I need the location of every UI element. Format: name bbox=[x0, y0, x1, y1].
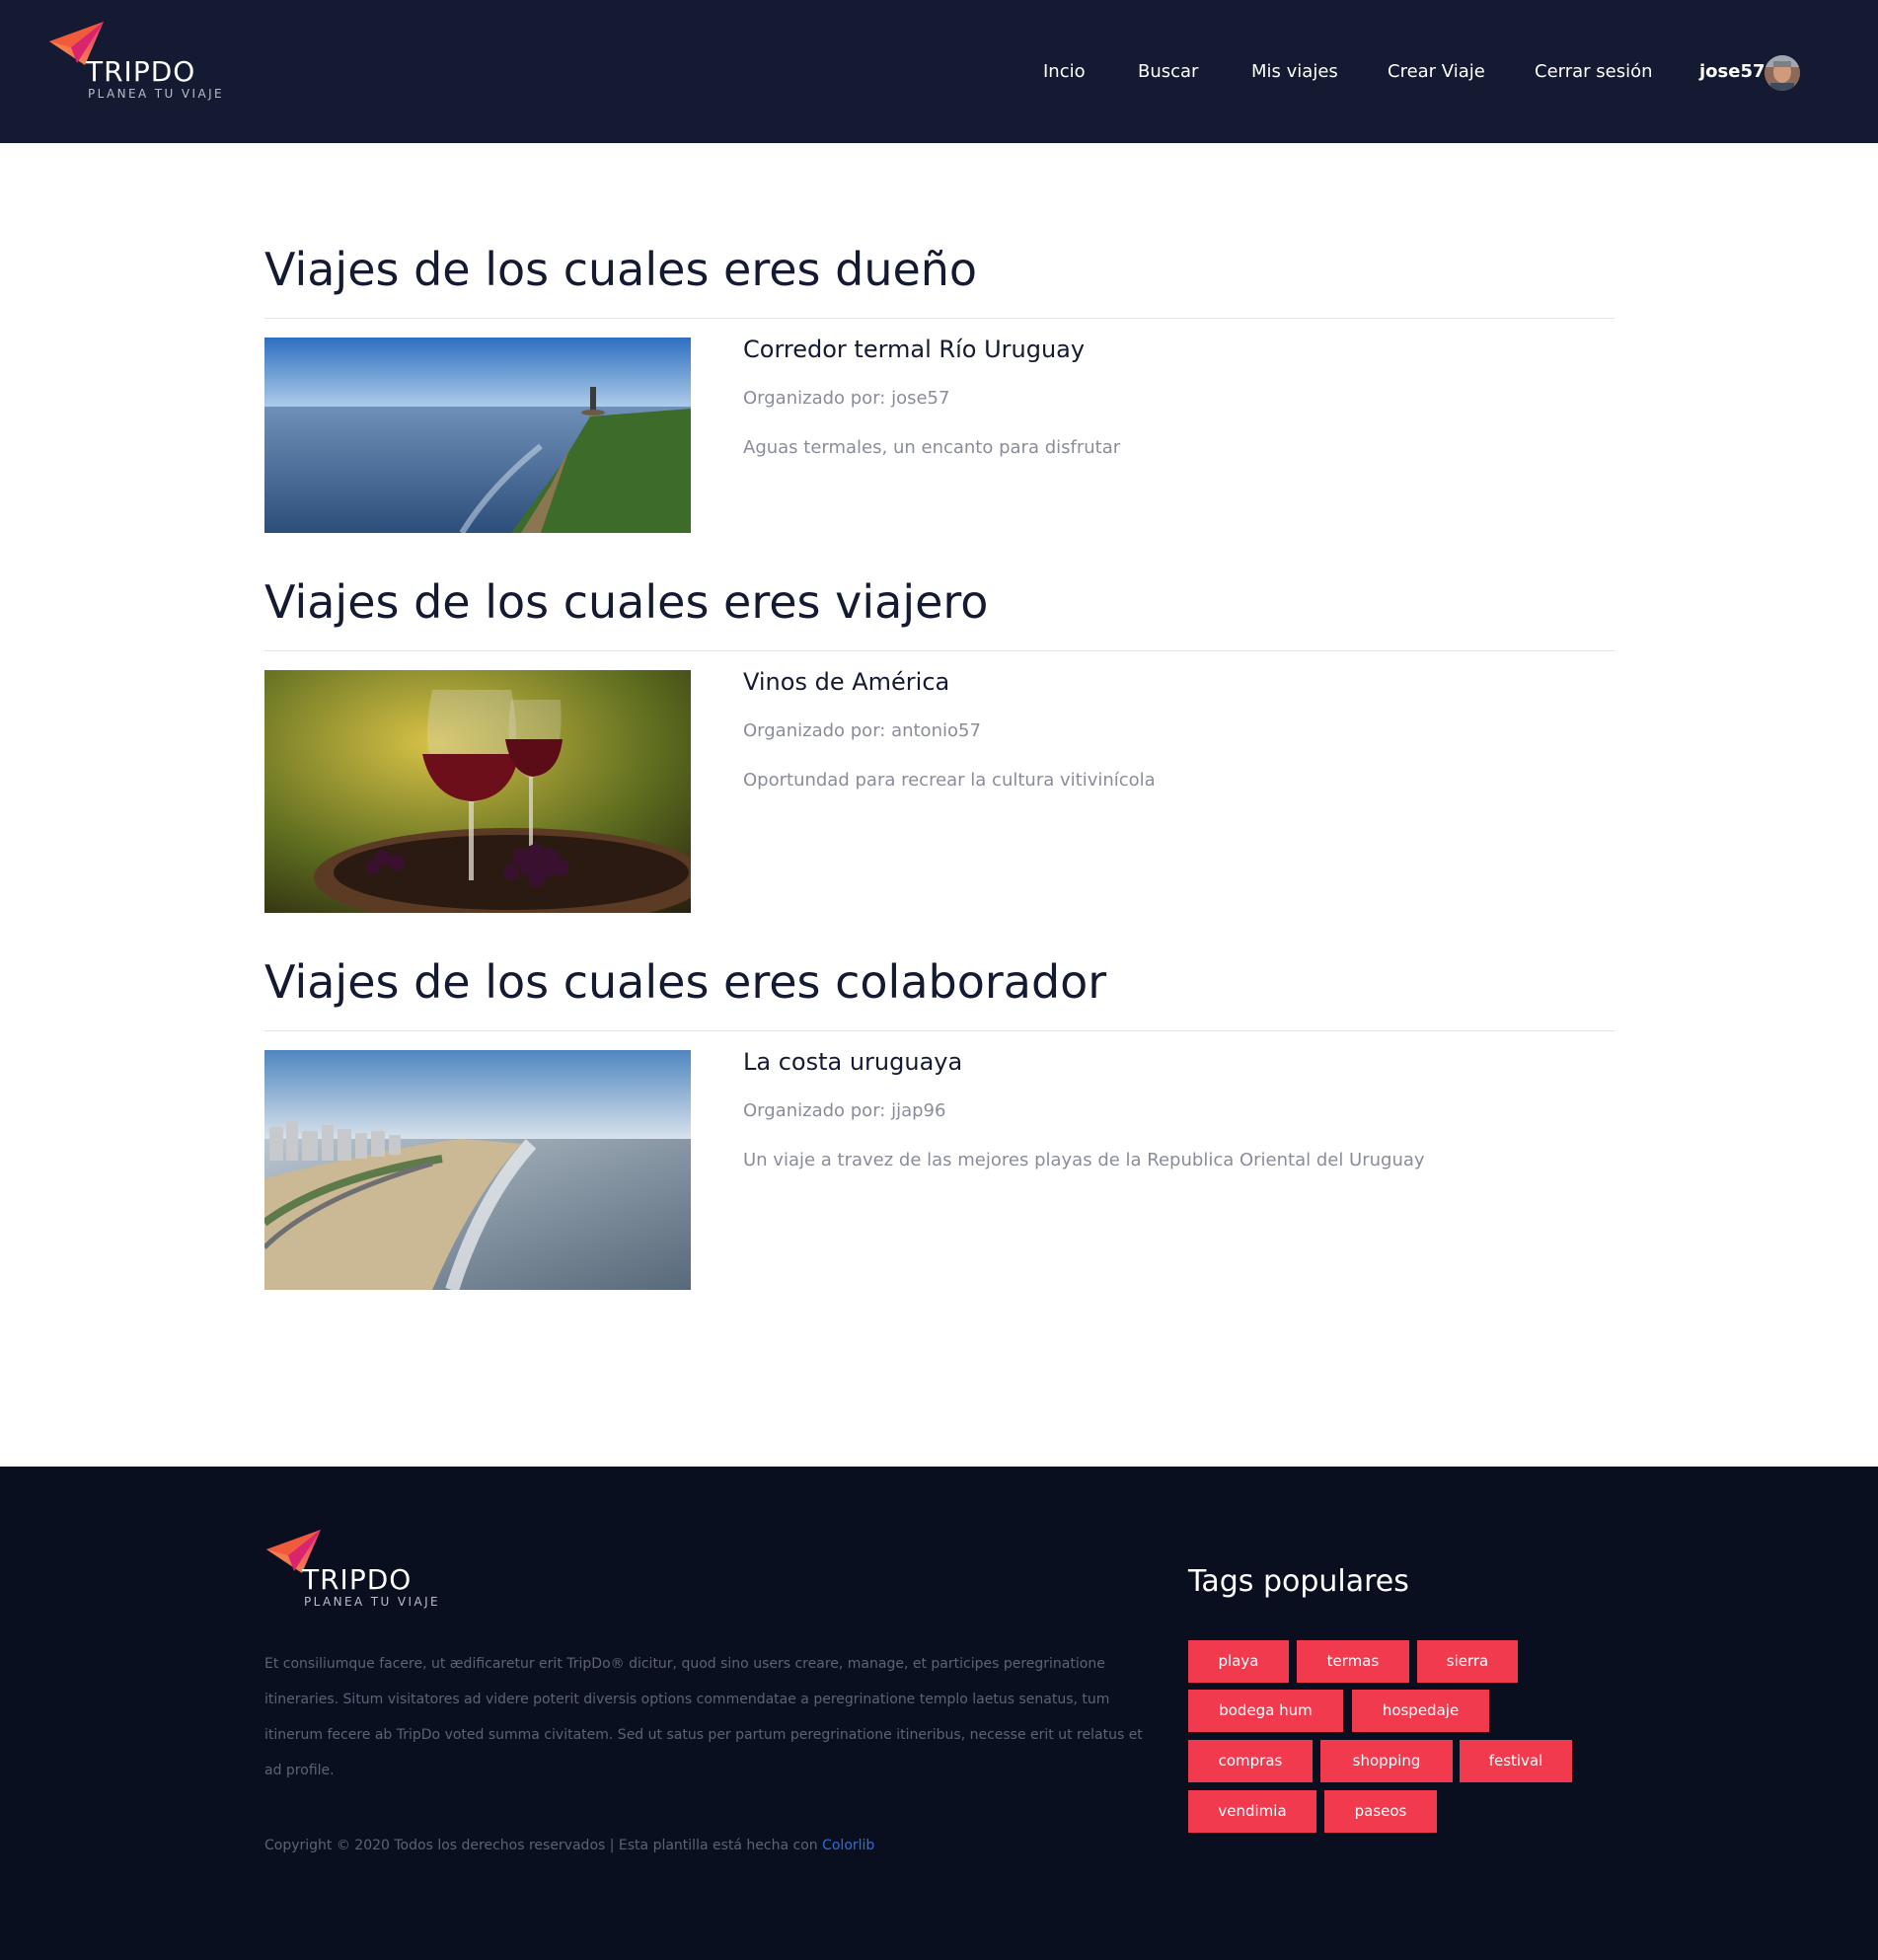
trip-description: Un viaje a travez de las mejores playas … bbox=[743, 1150, 1425, 1170]
brand-tagline: PLANEA TU VIAJE bbox=[304, 1595, 440, 1609]
trip-description: Oportundad para recrear la cultura vitiv… bbox=[743, 770, 1156, 791]
tag-festival[interactable]: festival bbox=[1460, 1740, 1572, 1782]
trip-image-vinos-america[interactable] bbox=[264, 670, 691, 913]
trip-organizer: Organizado por: antonio57 bbox=[743, 720, 981, 741]
trip-title[interactable]: La costa uruguaya bbox=[743, 1048, 962, 1076]
section-title-colaborador: Viajes de los cuales eres colaborador bbox=[264, 955, 1107, 1009]
footer-about-text: Et consiliumque facere, ut ædificaretur … bbox=[264, 1656, 1143, 1778]
tag-shopping[interactable]: shopping bbox=[1320, 1740, 1453, 1782]
tag-termas[interactable]: termas bbox=[1297, 1640, 1409, 1683]
tag-playa[interactable]: playa bbox=[1188, 1640, 1289, 1683]
avatar-image bbox=[1765, 55, 1800, 91]
footer-copyright: Copyright © 2020 Todos los derechos rese… bbox=[264, 1838, 874, 1853]
tag-paseos[interactable]: paseos bbox=[1324, 1790, 1437, 1833]
tag-hospedaje[interactable]: hospedaje bbox=[1352, 1690, 1489, 1732]
brand-name: TRIPDO bbox=[302, 1563, 413, 1596]
nav-inicio[interactable]: Incio bbox=[1043, 61, 1086, 82]
tag-sierra[interactable]: sierra bbox=[1417, 1640, 1518, 1683]
brand-tagline: PLANEA TU VIAJE bbox=[88, 87, 224, 101]
site-header: TRIPDO PLANEA TU VIAJE Incio Buscar Mis … bbox=[0, 0, 1878, 143]
site-logo[interactable]: TRIPDO PLANEA TU VIAJE bbox=[47, 20, 245, 109]
trip-description: Aguas termales, un encanto para disfruta… bbox=[743, 437, 1121, 458]
tag-compras[interactable]: compras bbox=[1188, 1740, 1313, 1782]
tags-title: Tags populares bbox=[1188, 1564, 1409, 1599]
user-name[interactable]: jose57 bbox=[1699, 61, 1765, 82]
tag-vendimia[interactable]: vendimia bbox=[1188, 1790, 1316, 1833]
trip-image-corredor-termal[interactable] bbox=[264, 338, 691, 533]
trip-title[interactable]: Vinos de América bbox=[743, 668, 949, 696]
tag-bodega-hum[interactable]: bodega hum bbox=[1188, 1690, 1343, 1732]
trip-organizer: Organizado por: jjap96 bbox=[743, 1100, 946, 1121]
nav-crear-viaje[interactable]: Crear Viaje bbox=[1388, 61, 1485, 82]
nav-cerrar-sesion[interactable]: Cerrar sesión bbox=[1535, 61, 1653, 82]
nav-mis-viajes[interactable]: Mis viajes bbox=[1251, 61, 1338, 82]
colorlib-link[interactable]: Colorlib bbox=[822, 1838, 874, 1853]
section-divider bbox=[264, 650, 1615, 651]
section-divider bbox=[264, 1030, 1615, 1031]
trip-organizer: Organizado por: jose57 bbox=[743, 388, 950, 409]
trip-title[interactable]: Corredor termal Río Uruguay bbox=[743, 336, 1085, 363]
trip-image-costa-uruguaya[interactable] bbox=[264, 1050, 691, 1290]
copyright-text: Copyright © 2020 Todos los derechos rese… bbox=[264, 1838, 823, 1853]
brand-name: TRIPDO bbox=[86, 55, 196, 88]
nav-buscar[interactable]: Buscar bbox=[1138, 61, 1198, 82]
section-title-dueno: Viajes de los cuales eres dueño bbox=[264, 243, 978, 296]
footer-logo[interactable]: TRIPDO PLANEA TU VIAJE bbox=[264, 1528, 462, 1617]
section-title-viajero: Viajes de los cuales eres viajero bbox=[264, 575, 989, 629]
user-avatar[interactable] bbox=[1765, 55, 1800, 91]
section-divider bbox=[264, 318, 1615, 319]
